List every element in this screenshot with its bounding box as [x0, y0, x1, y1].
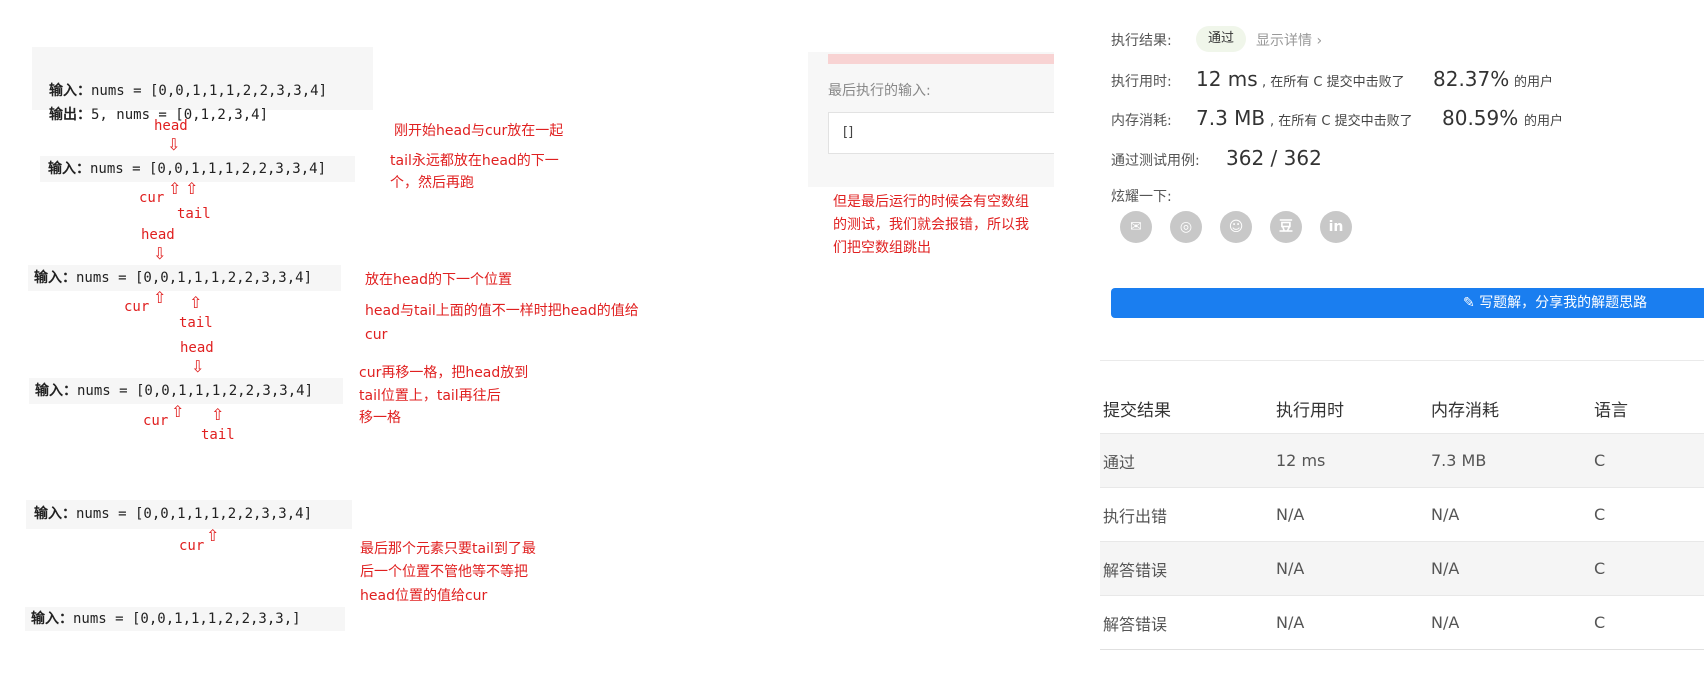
wechat-icon[interactable]: ✉ — [1120, 211, 1152, 243]
tests-value: 362 / 362 — [1226, 146, 1322, 170]
time-cell: 12 ms — [1273, 433, 1428, 488]
cur-label-2: cur — [124, 299, 150, 315]
step3-note-line3: 移一格 — [359, 410, 401, 426]
input-label: 输入： — [49, 83, 91, 99]
status-badge: 通过 — [1196, 26, 1246, 52]
array-row-5: 输入：nums = [0,0,1,1,1,2,2,3,3,] — [25, 607, 345, 631]
tail-label-1: tail — [177, 206, 211, 222]
mem-label: 内存消耗: — [1111, 113, 1172, 129]
error-bar — [828, 54, 1054, 64]
mem-desc: , 在所有 C 提交中击败了 — [1270, 114, 1413, 129]
write-solution-label: 写题解，分享我的解题思路 — [1479, 295, 1648, 311]
cur-label-1: cur — [139, 190, 165, 206]
time-suffix: 的用户 — [1514, 75, 1554, 90]
header-status: 提交结果 — [1103, 400, 1171, 421]
table-row[interactable]: 解答错误 N/A N/A C — [1100, 595, 1704, 650]
step3-note-line1: cur再移一格，把head放到 — [359, 365, 529, 381]
input-value: nums = [0,0,1,1,1,2,2,3,3,4] — [91, 83, 328, 99]
head-label-3: head — [180, 340, 214, 356]
step2-note: 放在head的下一个位置 — [365, 272, 512, 288]
lang-cell: C — [1591, 487, 1704, 542]
header-memory: 内存消耗 — [1431, 400, 1499, 421]
up-arrow-icon: ⇧ — [211, 405, 225, 424]
table-header-row: 提交结果 执行用时 内存消耗 语言 — [1100, 383, 1704, 434]
memory-cell: N/A — [1428, 487, 1591, 542]
up-arrow-icon: ⇧ — [171, 402, 185, 421]
pencil-icon: ✎ — [1463, 295, 1480, 311]
cur-label-3: cur — [143, 413, 169, 429]
status-cell[interactable]: 执行出错 — [1100, 487, 1273, 542]
time-cell: N/A — [1273, 487, 1428, 542]
memory-cell: 7.3 MB — [1428, 433, 1591, 488]
status-cell[interactable]: 通过 — [1100, 433, 1273, 488]
last-input-box[interactable]: [] — [828, 112, 1054, 154]
up-arrow-icon: ⇧ — [189, 293, 203, 312]
up-arrow-icon: ⇧ — [168, 179, 182, 198]
array-row-4: 输入：nums = [0,0,1,1,1,2,2,3,3,4] — [26, 500, 352, 529]
up-arrow-icon: ⇧ — [185, 179, 199, 198]
time-value: 12 ms — [1196, 67, 1258, 91]
step4-note-line3: head位置的值给cur — [360, 588, 488, 604]
up-arrow-icon: ⇧ — [206, 526, 220, 545]
middle-note-line2: 的测试，我们就会报错，所以我 — [833, 217, 1029, 233]
head-label-1: head — [154, 118, 188, 134]
step2-note2-line2: cur — [365, 327, 388, 343]
step4-note-line1: 最后那个元素只要tail到了最 — [360, 541, 536, 557]
header-time: 执行用时 — [1276, 400, 1344, 421]
tests-label: 通过测试用例: — [1111, 153, 1200, 169]
step1-note: 刚开始head与cur放在一起 — [394, 123, 564, 139]
head-label-2: head — [141, 227, 175, 243]
time-desc: , 在所有 C 提交中击败了 — [1262, 75, 1405, 90]
up-arrow-icon: ⇧ — [153, 288, 167, 307]
step1-note2-line2: 个，然后再跑 — [390, 175, 474, 191]
table-row[interactable]: 执行出错 N/A N/A C — [1100, 487, 1704, 542]
last-input-label: 最后执行的输入: — [828, 83, 931, 99]
status-cell[interactable]: 解答错误 — [1100, 595, 1273, 650]
mem-value: 7.3 MB — [1196, 106, 1266, 130]
time-label: 执行用时: — [1111, 74, 1172, 90]
douban-icon[interactable]: 豆 — [1270, 211, 1302, 243]
submissions-table: 提交结果 执行用时 内存消耗 语言 通过 12 ms 7.3 MB C 执行出错… — [1100, 383, 1704, 650]
write-solution-button[interactable]: ✎ 写题解，分享我的解题思路 — [1111, 288, 1704, 318]
step1-note2-line1: tail永远都放在head的下一 — [390, 153, 559, 169]
details-link[interactable]: 显示详情 › — [1256, 30, 1322, 50]
lang-cell: C — [1591, 541, 1704, 596]
table-row[interactable]: 通过 12 ms 7.3 MB C — [1100, 433, 1704, 488]
output-label: 输出： — [49, 107, 91, 123]
down-arrow-icon: ⇩ — [191, 357, 205, 376]
status-cell[interactable]: 解答错误 — [1100, 541, 1273, 596]
divider — [1100, 360, 1704, 361]
lang-cell: C — [1591, 433, 1704, 488]
mem-suffix: 的用户 — [1524, 114, 1564, 129]
share-label: 炫耀一下: — [1111, 189, 1172, 205]
lang-cell: C — [1591, 595, 1704, 650]
tail-label-2: tail — [179, 315, 213, 331]
example-box: 输入：nums = [0,0,1,1,1,2,2,3,3,4] 输出：5, nu… — [32, 47, 373, 123]
cur-label-4: cur — [179, 538, 205, 554]
time-percent: 82.37% — [1433, 67, 1510, 91]
step3-note-line2: tail位置上，tail再往后 — [359, 388, 501, 404]
memory-cell: N/A — [1428, 541, 1591, 596]
time-cell: N/A — [1273, 541, 1428, 596]
mem-percent: 80.59% — [1442, 106, 1519, 130]
tail-label-3: tail — [201, 427, 235, 443]
step2-note2-line1: head与tail上面的值不一样时把head的值给 — [365, 303, 639, 319]
down-arrow-icon: ⇩ — [167, 135, 181, 154]
middle-note-line3: 们把空数组跳出 — [833, 240, 931, 256]
weibo-icon[interactable]: ◎ — [1170, 211, 1202, 243]
memory-cell: N/A — [1428, 595, 1591, 650]
array-row-2: 输入：nums = [0,0,1,1,1,2,2,3,3,4] — [28, 265, 341, 291]
down-arrow-icon: ⇩ — [153, 244, 167, 263]
middle-note-line1: 但是最后运行的时候会有空数组 — [833, 194, 1029, 210]
linkedin-icon[interactable]: in — [1320, 211, 1352, 243]
exec-result-label: 执行结果: — [1111, 33, 1172, 49]
header-language: 语言 — [1594, 400, 1628, 421]
qq-icon[interactable]: ☺ — [1220, 211, 1252, 243]
step4-note-line2: 后一个位置不管他等不等把 — [360, 564, 528, 580]
array-row-3: 输入：nums = [0,0,1,1,1,2,2,3,3,4] — [29, 378, 343, 404]
time-cell: N/A — [1273, 595, 1428, 650]
table-row[interactable]: 解答错误 N/A N/A C — [1100, 541, 1704, 596]
